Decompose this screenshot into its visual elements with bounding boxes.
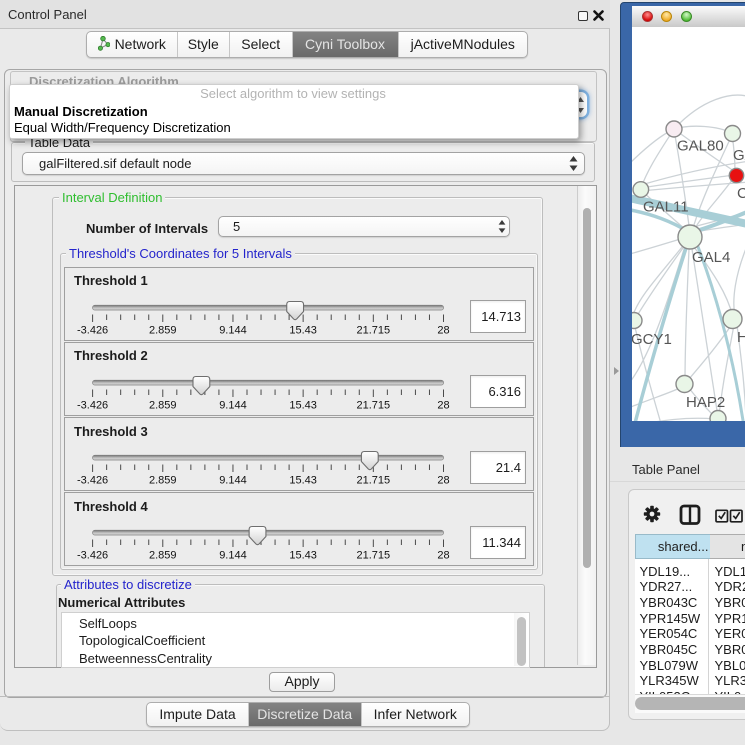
svg-text:28: 28 — [437, 550, 449, 562]
svg-text:GAL11: GAL11 — [643, 199, 689, 216]
svg-text:2.859: 2.859 — [149, 324, 177, 336]
svg-text:2.859: 2.859 — [149, 550, 177, 562]
svg-text:21.715: 21.715 — [356, 475, 390, 487]
svg-text:15.43: 15.43 — [289, 475, 317, 487]
svg-text:21.715: 21.715 — [356, 399, 390, 411]
svg-text:28: 28 — [437, 475, 449, 487]
svg-text:21.715: 21.715 — [356, 550, 390, 562]
svg-text:9.144: 9.144 — [219, 475, 247, 487]
svg-text:HAP2: HAP2 — [686, 394, 725, 411]
svg-text:C: C — [737, 185, 745, 202]
svg-text:-3.426: -3.426 — [77, 324, 108, 336]
svg-text:28: 28 — [437, 324, 449, 336]
svg-text:9.144: 9.144 — [219, 550, 247, 562]
svg-text:21.715: 21.715 — [356, 324, 390, 336]
svg-text:9.144: 9.144 — [219, 324, 247, 336]
svg-text:15.43: 15.43 — [289, 399, 317, 411]
svg-text:2.859: 2.859 — [149, 475, 177, 487]
svg-text:15.43: 15.43 — [289, 550, 317, 562]
svg-text:GA: GA — [733, 147, 745, 164]
svg-text:28: 28 — [437, 399, 449, 411]
svg-text:GCY1: GCY1 — [632, 331, 672, 348]
svg-text:GAL80: GAL80 — [677, 138, 724, 155]
svg-text:-3.426: -3.426 — [77, 399, 108, 411]
svg-text:2.859: 2.859 — [149, 399, 177, 411]
svg-text:-3.426: -3.426 — [77, 550, 108, 562]
svg-text:9.144: 9.144 — [219, 399, 247, 411]
svg-text:15.43: 15.43 — [289, 324, 317, 336]
svg-text:H: H — [737, 329, 745, 346]
svg-text:-3.426: -3.426 — [77, 475, 108, 487]
svg-text:GAL4: GAL4 — [692, 249, 730, 266]
